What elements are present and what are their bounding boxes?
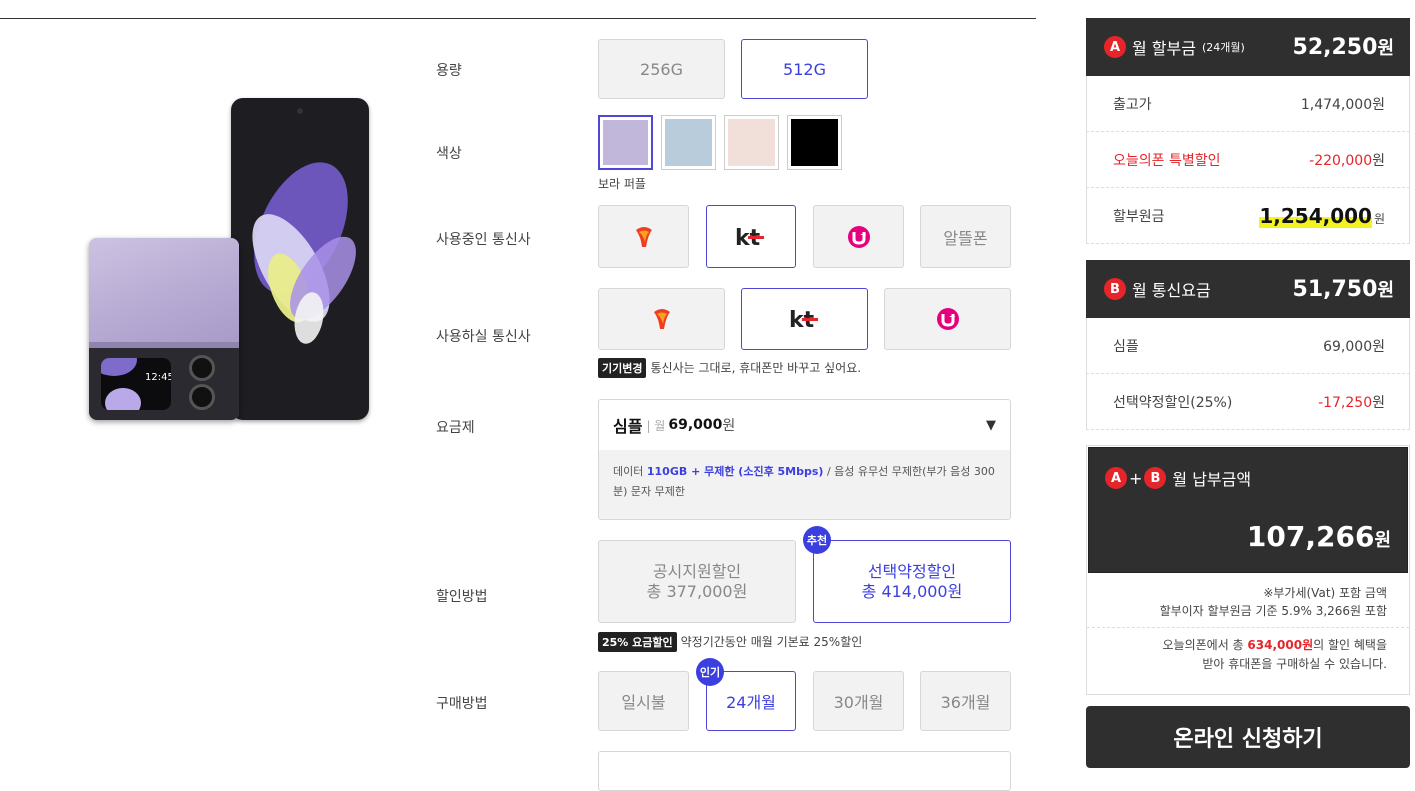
fee-summary: B월 통신요금 51,750원 심플 69,000원 선택약정할인(25%) -17…	[1086, 260, 1410, 430]
color-swatch-pink[interactable]	[724, 115, 779, 170]
installment-header: A월 할부금 (24개월) 52,250원	[1086, 18, 1410, 76]
installment-period: (24개월)	[1201, 41, 1245, 54]
plan-price-prefix: | 월	[646, 418, 666, 433]
discount-option-total: 총 414,000원	[861, 581, 963, 601]
plan-price: 69,000	[668, 417, 723, 433]
current-carrier-lgu-button[interactable]: +	[813, 205, 904, 268]
discount-public-support-button[interactable]: 공시지원할인 총 377,000원	[598, 540, 796, 623]
capacity-512g-button[interactable]: 512G	[741, 39, 868, 99]
total-header: A + B 월 납부금액 107,266원	[1088, 447, 1408, 573]
lgu-logo-icon: +	[936, 308, 959, 330]
color-swatch-blue[interactable]	[661, 115, 716, 170]
svg-text:+: +	[860, 230, 867, 239]
cover-time: 12:45	[145, 372, 171, 383]
top-divider	[0, 18, 1036, 19]
installment-amount: 52,250	[1292, 35, 1378, 60]
installment-title: 월 할부금	[1132, 39, 1196, 58]
purchase-30-months-button[interactable]: 30개월	[813, 671, 904, 731]
total-summary: A + B 월 납부금액 107,266원 ※부가세(Vat) 포함 금액 할부이자 …	[1086, 445, 1410, 695]
discount-text: 약정기간동안 매월 기본료 25%할인	[680, 635, 863, 649]
color-swatch-purple[interactable]	[598, 115, 653, 170]
discount-tag: 25% 요금할인	[598, 632, 677, 652]
a-circle-icon: A	[1105, 467, 1127, 489]
color-selected-name: 보라 퍼플	[598, 177, 646, 191]
apply-online-button[interactable]: 온라인 신청하기	[1086, 706, 1410, 768]
camera-lens-icon	[189, 384, 215, 410]
plan-description: 데이터 110GB + 무제한 (소진후 5Mbps) / 음성 유무선 무제한…	[599, 450, 1010, 519]
purchase-lump-sum-button[interactable]: 일시불	[598, 671, 689, 731]
target-carrier-kt-button[interactable]: kt	[741, 288, 868, 350]
lgu-logo-icon: +	[847, 225, 870, 248]
skt-logo-icon	[635, 226, 652, 247]
camera-lens-icon	[189, 355, 215, 381]
discount-option-total: 총 377,000원	[646, 581, 748, 601]
kt-logo-icon: kt	[735, 226, 764, 249]
b-circle-icon: B	[1144, 467, 1167, 489]
total-amount: 107,266	[1246, 520, 1375, 553]
phone-flip: 12:45	[89, 238, 239, 420]
plan-label: 요금제	[436, 420, 475, 436]
next-option-box[interactable]	[598, 751, 1011, 791]
skt-logo-icon	[653, 309, 670, 329]
total-title: 월 납부금액	[1172, 470, 1252, 489]
vat-interest-note: ※부가세(Vat) 포함 금액 할부이자 할부원금 기준 5.9% 3,266원…	[1087, 574, 1409, 628]
discount-contract-button[interactable]: 선택약정할인 총 414,000원	[813, 540, 1011, 623]
target-carrier-lgu-button[interactable]: +	[884, 288, 1011, 350]
discount-option-title: 공시지원할인	[652, 561, 742, 581]
current-carrier-kt-button[interactable]: kt	[706, 205, 796, 268]
principal-row: 할부원금 1,254,000 원	[1086, 188, 1410, 244]
purchase-label: 구매방법	[436, 696, 488, 712]
plan-fee-row: 심플 69,000원	[1086, 318, 1410, 374]
popular-badge: 인기	[696, 658, 724, 686]
current-carrier-label: 사용중인 통신사	[436, 232, 531, 248]
product-image: 12:45	[85, 98, 375, 423]
color-label: 색상	[436, 146, 462, 162]
purchase-36-months-button[interactable]: 36개월	[920, 671, 1011, 731]
recommend-badge: 추천	[803, 526, 831, 554]
phone-main-screen	[231, 98, 369, 420]
benefit-note: 오늘의폰에서 총 634,000원의 할인 혜택을 받아 휴대폰을 구매하실 수…	[1162, 638, 1388, 671]
installment-summary: A월 할부금 (24개월) 52,250원 출고가 1,474,000원 오늘의폰 …	[1086, 18, 1410, 244]
plan-select[interactable]: 심플 | 월 69,000 원 ▼ 데이터 110GB + 무제한 (소진후 5M…	[598, 399, 1011, 520]
discount-label: 할인방법	[436, 589, 488, 605]
capacity-256g-button[interactable]: 256G	[598, 39, 725, 99]
plan-price-unit: 원	[722, 418, 736, 434]
target-carrier-label: 사용하실 통신사	[436, 329, 531, 345]
color-swatch-black[interactable]	[787, 115, 842, 170]
capacity-label: 용량	[436, 63, 462, 79]
fee-header: B월 통신요금 51,750원	[1086, 260, 1410, 318]
principal-amount: 1,254,000	[1259, 203, 1372, 228]
device-change-tag: 기기변경	[598, 358, 647, 378]
a-circle-icon: A	[1104, 36, 1126, 58]
svg-text:+: +	[949, 312, 956, 321]
current-carrier-skt-button[interactable]	[598, 205, 689, 268]
release-price-row: 출고가 1,474,000원	[1086, 76, 1410, 132]
current-carrier-mvno-button[interactable]: 알뜰폰	[920, 205, 1011, 268]
cover-screen: 12:45	[101, 358, 171, 410]
fee-title: 월 통신요금	[1132, 281, 1211, 300]
target-carrier-skt-button[interactable]	[598, 288, 725, 350]
dropdown-arrow-icon: ▼	[986, 417, 996, 433]
special-discount-row: 오늘의폰 특별할인 -220,000원	[1086, 132, 1410, 188]
contract-discount-row: 선택약정할인(25%) -17,250원	[1086, 374, 1410, 430]
plan-name: 심플	[613, 417, 643, 436]
discount-note: 25% 요금할인 약정기간동안 매월 기본료 25%할인	[598, 632, 862, 652]
kt-logo-icon: kt	[789, 308, 818, 331]
b-circle-icon: B	[1104, 278, 1126, 300]
device-change-text: 통신사는 그대로, 휴대폰만 바꾸고 싶어요.	[650, 361, 862, 375]
device-change-note: 기기변경 통신사는 그대로, 휴대폰만 바꾸고 싶어요.	[598, 358, 861, 378]
fee-amount: 51,750	[1292, 277, 1378, 302]
discount-option-title: 선택약정할인	[867, 561, 957, 581]
